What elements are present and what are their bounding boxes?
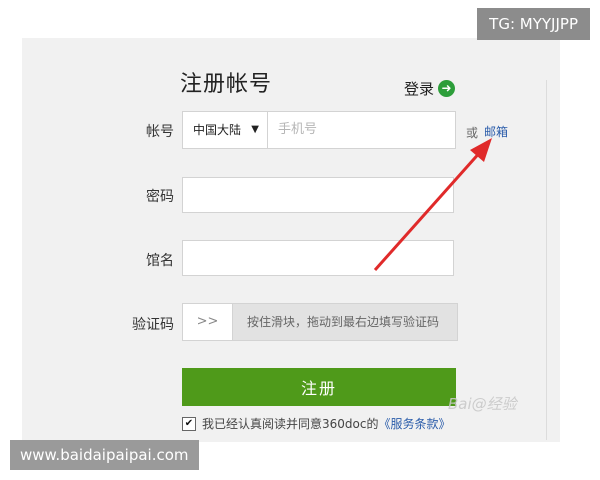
red-arrow-annotation <box>373 138 492 271</box>
arrow-shaft <box>373 149 484 271</box>
